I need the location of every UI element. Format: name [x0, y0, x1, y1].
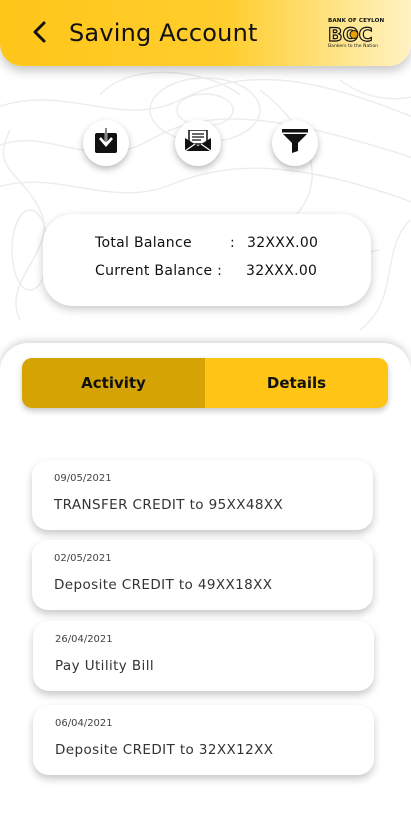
- current-balance-value: 32XXX.00: [246, 263, 318, 279]
- total-balance-label: Total Balance: [95, 235, 192, 251]
- envelope-icon: [184, 129, 212, 156]
- email-button[interactable]: [175, 120, 221, 166]
- back-button[interactable]: [24, 18, 56, 50]
- boc-logo-mark: BOC: [328, 25, 373, 43]
- logo-bank-name: BANK OF CEYLON: [328, 18, 385, 24]
- tab-details[interactable]: Details: [205, 358, 388, 408]
- transaction-date: 26/04/2021: [55, 634, 113, 645]
- total-balance-row: Total Balance : 32XXX.00: [95, 235, 318, 251]
- transaction-description: Deposite CREDIT to 49XX18XX: [54, 577, 273, 593]
- current-balance-label: Current Balance :: [95, 263, 223, 279]
- transaction-description: Pay Utility Bill: [55, 658, 155, 674]
- total-balance-value: 32XXX.00: [247, 235, 319, 251]
- tab-bar: Activity Details: [22, 358, 388, 408]
- total-balance-separator: :: [230, 235, 236, 251]
- logo-tagline: Bankers to the Nation: [328, 44, 379, 49]
- boc-logo: BANK OF CEYLON BOC Bankers to the Nation: [328, 18, 386, 52]
- transaction-item[interactable]: 02/05/2021 Deposite CREDIT to 49XX18XX: [32, 540, 373, 610]
- activity-panel: Activity Details 09/05/2021 TRANSFER CRE…: [0, 343, 411, 823]
- transaction-date: 09/05/2021: [54, 473, 112, 484]
- transaction-date: 06/04/2021: [55, 718, 113, 729]
- chevron-left-icon: [30, 20, 50, 48]
- page-title: Saving Account: [69, 19, 258, 47]
- balance-card: Total Balance : 32XXX.00 Current Balance…: [43, 214, 371, 306]
- filter-icon: [282, 129, 308, 157]
- tab-activity[interactable]: Activity: [22, 358, 205, 408]
- current-balance-row: Current Balance : 32XXX.00: [95, 263, 317, 279]
- app-header: Saving Account BANK OF CEYLON BOC Banker…: [0, 0, 411, 66]
- transaction-item[interactable]: 09/05/2021 TRANSFER CREDIT to 95XX48XX: [32, 460, 373, 530]
- action-bar: [0, 120, 411, 170]
- download-button[interactable]: [83, 120, 129, 166]
- transaction-description: TRANSFER CREDIT to 95XX48XX: [54, 497, 284, 513]
- download-icon: [94, 128, 118, 158]
- transaction-item[interactable]: 06/04/2021 Deposite CREDIT to 32XX12XX: [33, 705, 374, 775]
- transaction-description: Deposite CREDIT to 32XX12XX: [55, 742, 274, 758]
- transaction-item[interactable]: 26/04/2021 Pay Utility Bill: [33, 621, 374, 691]
- filter-button[interactable]: [272, 120, 318, 166]
- transaction-date: 02/05/2021: [54, 553, 112, 564]
